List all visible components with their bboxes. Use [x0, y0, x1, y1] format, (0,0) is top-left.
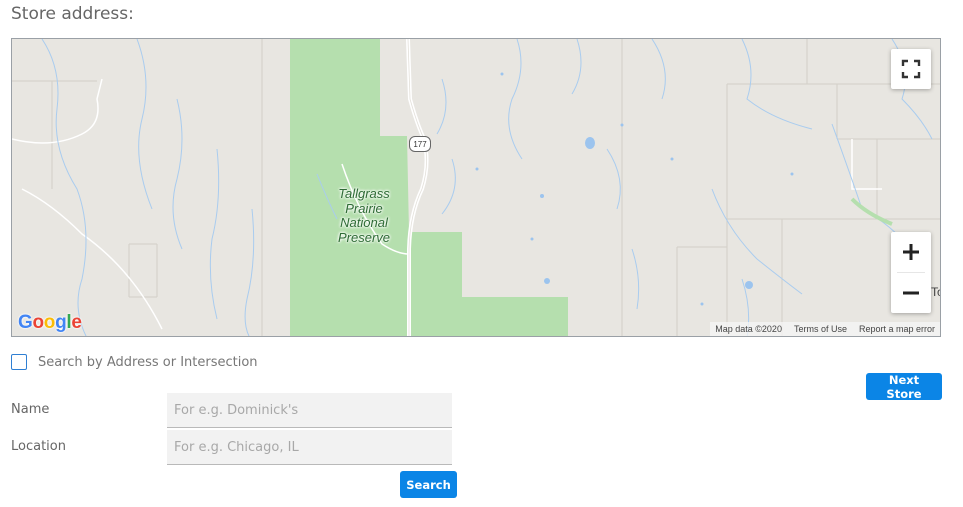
zoom-out-button[interactable]	[891, 273, 931, 313]
next-store-button[interactable]: Next Store	[866, 373, 942, 401]
map-attribution: Map data ©2020 Terms of Use Report a map…	[710, 322, 940, 336]
store-map[interactable]: 177 Tallgrass Prairie National Preserve …	[11, 38, 941, 337]
search-button[interactable]: Search	[400, 471, 457, 498]
park-label-line: National	[340, 215, 388, 230]
park-label: Tallgrass Prairie National Preserve	[314, 186, 414, 245]
search-mode-toggle[interactable]: Search by Address or Intersection	[11, 354, 258, 370]
name-input[interactable]	[167, 393, 452, 428]
zoom-in-button[interactable]	[891, 232, 931, 272]
park-label-line: Tallgrass	[338, 186, 390, 201]
google-logo[interactable]: Google	[18, 312, 82, 334]
search-mode-label[interactable]: Search by Address or Intersection	[38, 355, 258, 370]
park-label-line: Prairie	[345, 200, 383, 216]
fullscreen-button[interactable]	[891, 49, 931, 89]
map-edge-label: To	[931, 285, 940, 299]
route-shield: 177	[409, 136, 431, 152]
park-label-line: Preserve	[337, 229, 391, 245]
section-title: Store address:	[11, 4, 134, 24]
plus-icon	[903, 244, 919, 260]
fullscreen-icon	[901, 59, 921, 79]
name-label: Name	[11, 402, 50, 417]
report-error-link[interactable]: Report a map error	[859, 324, 935, 334]
location-label: Location	[11, 439, 66, 454]
map-data-text: Map data ©2020	[715, 324, 782, 334]
zoom-controls	[891, 232, 931, 313]
map-terrain	[12, 39, 940, 336]
search-mode-checkbox[interactable]	[11, 354, 27, 370]
minus-icon	[903, 291, 919, 295]
terms-link[interactable]: Terms of Use	[794, 324, 847, 334]
location-input[interactable]	[167, 430, 452, 465]
